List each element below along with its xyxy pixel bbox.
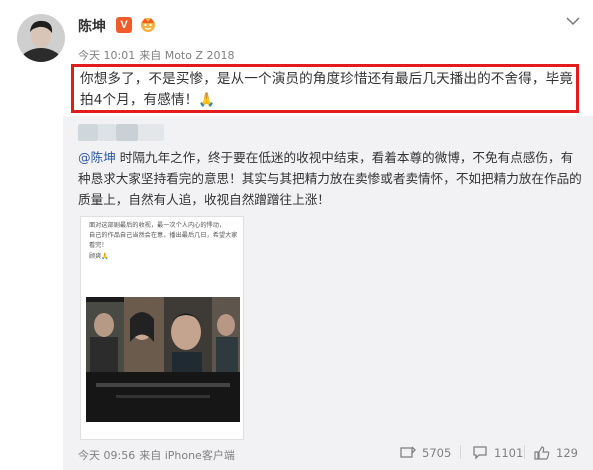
crown-icon: [141, 18, 155, 32]
repost-button[interactable]: 5705: [400, 444, 451, 462]
reposted-author-blurred: [78, 124, 164, 141]
image-caption: 面对这部剧最后的收视，最一次个人内心的悸动， 自己的作品自己当然会在意，播出最后…: [89, 222, 238, 260]
author-name[interactable]: 陈坤: [78, 16, 106, 36]
like-count: 129: [556, 446, 578, 460]
repost-text: @陈坤 时隔九年之作，终于要在低迷的收视中结束，看着本尊的微博，不免有点感伤，有…: [78, 147, 583, 210]
comment-count: 1101: [494, 446, 524, 460]
like-icon: [534, 446, 550, 460]
repost-count: 5705: [422, 446, 452, 460]
action-divider: [460, 445, 461, 459]
drama-poster-image: [86, 297, 240, 422]
chevron-down-icon[interactable]: [566, 16, 580, 26]
mention-link[interactable]: @陈坤: [78, 150, 116, 165]
post-text: 你想多了，不是买惨，是从一个演员的角度珍惜还有最后几天播出的不舍得，毕竟拍4个月…: [80, 71, 573, 108]
repost-time[interactable]: 今天 09:56: [78, 449, 135, 462]
repost-icon: [400, 446, 416, 458]
repost-source: 来自 iPhone客户端: [139, 449, 235, 462]
repost-body: 时隔九年之作，终于要在低迷的收视中结束，看着本尊的微博，不免有点感伤，有种恳求大…: [78, 150, 582, 207]
like-button[interactable]: 129: [534, 444, 578, 462]
repost-meta: 今天 09:56 来自 iPhone客户端: [78, 447, 235, 463]
comment-icon: [473, 446, 487, 460]
author-avatar[interactable]: [17, 14, 65, 62]
post-source: 来自 Moto Z 2018: [139, 49, 235, 62]
repost-image[interactable]: 面对这部剧最后的收视，最一次个人内心的悸动， 自己的作品自己当然会在意，播出最后…: [80, 216, 244, 440]
post-meta: 今天 10:01 来自 Moto Z 2018: [78, 47, 235, 63]
action-divider: [524, 445, 525, 459]
comment-button[interactable]: 1101: [472, 444, 523, 462]
weibo-post: 陈坤 V 今天 10:01 来自 Moto Z 2018 你想多了，不是买惨，是从…: [0, 0, 593, 470]
verified-badge-icon: V: [116, 17, 132, 33]
post-time[interactable]: 今天 10:01: [78, 49, 135, 62]
